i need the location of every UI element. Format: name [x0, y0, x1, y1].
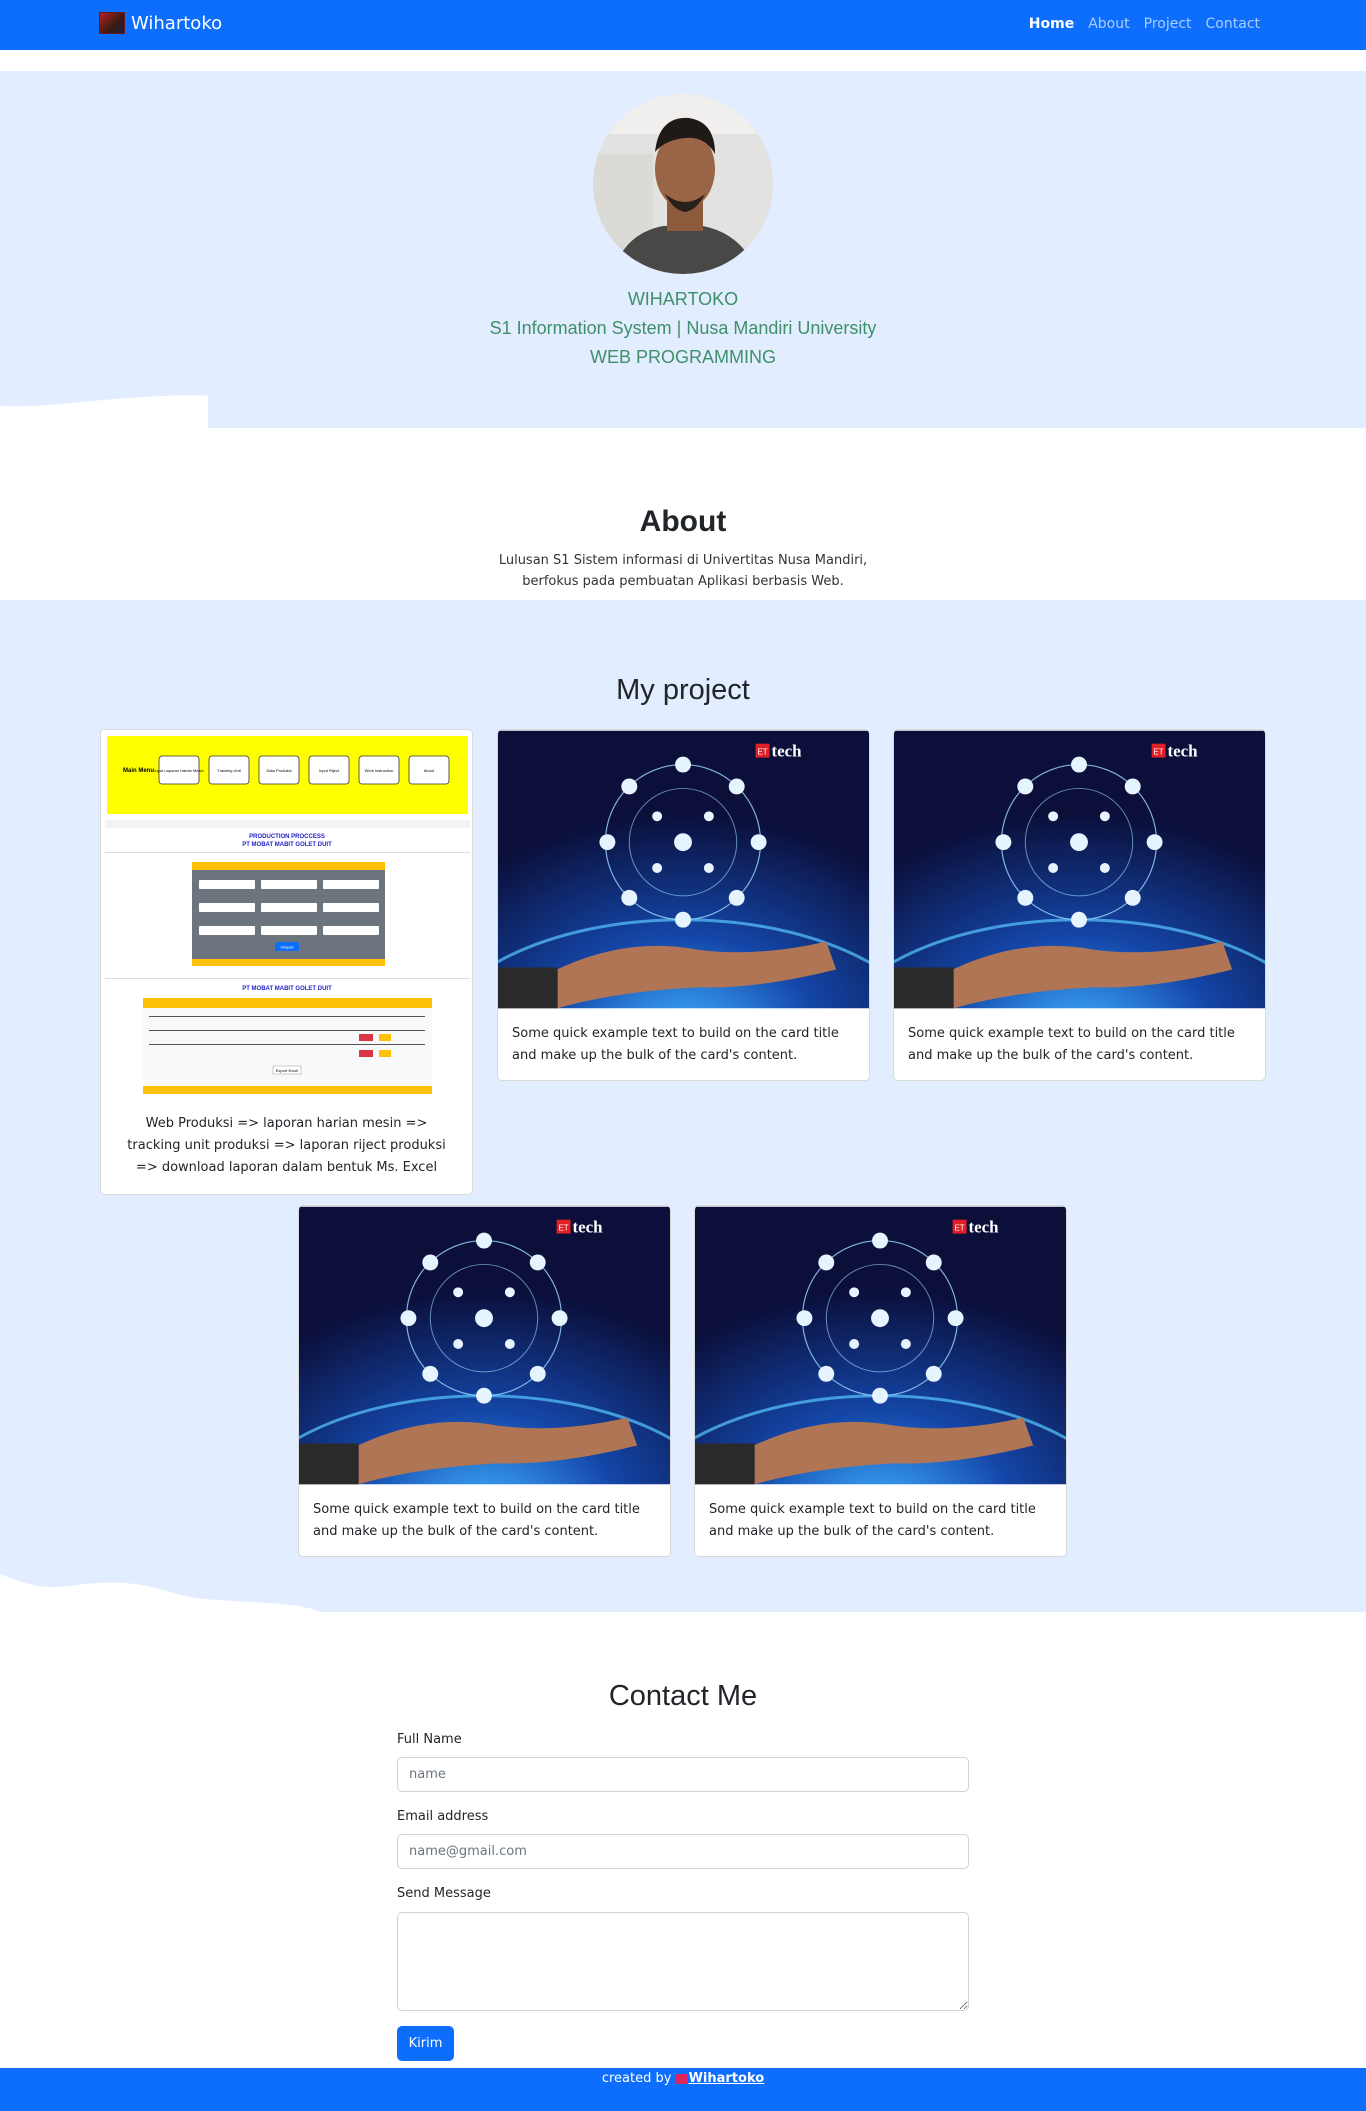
- mockup-menu-btn-6: About: [424, 768, 435, 773]
- tech-badge: tech: [1168, 742, 1199, 761]
- projects-section: My project Main Menu Input Laporan Haria…: [0, 600, 1366, 1612]
- tech-badge: tech: [969, 1218, 1000, 1237]
- projects-wave-decoration: [0, 1574, 320, 1612]
- heart-icon: [675, 2073, 688, 2084]
- full-name-label: Full Name: [397, 1732, 462, 1747]
- tech-badge: tech: [772, 742, 803, 761]
- hero-name: WIHARTOKO: [627, 289, 739, 309]
- email-input[interactable]: [397, 1834, 969, 1869]
- tech-badge-mark: ET: [1153, 748, 1163, 757]
- project-card-2[interactable]: tech ET Some quick example text to build…: [497, 729, 870, 1081]
- brand-name: Wihartoko: [131, 12, 223, 34]
- about-line-2: berfokus pada pembuatan Aplikasi berbasi…: [522, 574, 844, 589]
- nav-link-about[interactable]: About: [1088, 16, 1129, 32]
- submit-button[interactable]: Kirim: [397, 2026, 454, 2061]
- tech-badge-mark: ET: [954, 1224, 964, 1233]
- tech-badge-mark: ET: [558, 1224, 568, 1233]
- network-tech-image: tech ET: [695, 1206, 1066, 1485]
- email-label: Email address: [397, 1809, 489, 1824]
- production-app-screenshot: Main Menu Input Laporan Harian Mesin Tra…: [101, 730, 472, 1103]
- tech-badge: tech: [573, 1218, 604, 1237]
- footer-author-link[interactable]: Wihartoko: [689, 2071, 765, 2086]
- mockup-menu-btn-2: Tracking Unit: [217, 768, 241, 773]
- contact-section: Contact Me Full Name Email address Send …: [0, 1612, 1366, 2068]
- about-title: About: [639, 505, 727, 538]
- hero-subtitle: S1 Information System | Nusa Mandiri Uni…: [489, 318, 877, 338]
- message-label: Send Message: [397, 1886, 491, 1901]
- footer: created by Wihartoko: [0, 2068, 1366, 2111]
- mockup-menu-btn-4: Input Riject: [319, 768, 340, 773]
- about-section: About Lulusan S1 Sistem informasi di Uni…: [0, 428, 1366, 600]
- network-tech-image: tech ET: [299, 1206, 670, 1485]
- mockup-submit-button: Simpan: [280, 945, 294, 950]
- mockup-export-button: Export Excel: [276, 1068, 299, 1073]
- production-app-mockup: Main Menu Input Laporan Harian Mesin Tra…: [105, 734, 470, 1099]
- about-line-1: Lulusan S1 Sistem informasi di Univertit…: [498, 553, 868, 568]
- project-card-3[interactable]: tech ET Some quick example text to build…: [893, 729, 1266, 1081]
- profile-photo: [593, 94, 773, 274]
- hero-section: WIHARTOKO S1 Information System | Nusa M…: [0, 71, 1366, 428]
- card-text: Some quick example text to build on the …: [908, 1026, 1235, 1063]
- nav-links: Home About Project Contact: [1029, 16, 1260, 32]
- projects-title: My project: [616, 674, 750, 706]
- project-card-4[interactable]: tech ET Some quick example text to build…: [298, 1205, 671, 1557]
- brand-logo-icon: [99, 12, 125, 34]
- mockup-menu-btn-1: Input Laporan Harian Mesin: [154, 768, 203, 773]
- full-name-input[interactable]: [397, 1757, 969, 1792]
- network-tech-image: tech ET: [498, 730, 869, 1009]
- brand-link[interactable]: Wihartoko: [99, 12, 222, 34]
- footer-prefix: created by: [601, 2071, 672, 2086]
- hero-text: WIHARTOKO S1 Information System | Nusa M…: [0, 285, 1366, 372]
- project-card-5[interactable]: tech ET Some quick example text to build…: [694, 1205, 1067, 1557]
- hero-tagline: WEB PROGRAMMING: [589, 347, 776, 367]
- navbar: Wihartoko Home About Project Contact: [0, 0, 1366, 50]
- project-card-production[interactable]: Main Menu Input Laporan Harian Mesin Tra…: [100, 729, 473, 1195]
- mockup-heading-2: PT MOBAT MABIT GOLET DUIT: [242, 842, 332, 848]
- contact-title: Contact Me: [608, 1680, 758, 1712]
- card-text: Web Produksi => laporan harian mesin => …: [127, 1116, 446, 1175]
- nav-link-contact[interactable]: Contact: [1206, 16, 1260, 32]
- nav-link-home[interactable]: Home: [1029, 16, 1074, 32]
- mockup-menu-title: Main Menu: [123, 768, 154, 774]
- card-text: Some quick example text to build on the …: [313, 1502, 640, 1539]
- nav-link-project[interactable]: Project: [1144, 16, 1192, 32]
- network-tech-image: tech ET: [894, 730, 1265, 1009]
- mockup-heading-3: PT MOBAT MABIT GOLET DUIT: [242, 986, 332, 992]
- mockup-menu-btn-5: Work Instruction: [365, 768, 394, 773]
- message-textarea[interactable]: [397, 1912, 969, 2011]
- mockup-menu-btn-3: Data Produksi: [266, 768, 291, 773]
- mockup-heading-1: PRODUCTION PROCCESS: [249, 834, 325, 840]
- card-text: Some quick example text to build on the …: [709, 1502, 1036, 1539]
- tech-badge-mark: ET: [757, 748, 767, 757]
- card-text: Some quick example text to build on the …: [512, 1026, 839, 1063]
- about-text: Lulusan S1 Sistem informasi di Univertit…: [0, 550, 1366, 592]
